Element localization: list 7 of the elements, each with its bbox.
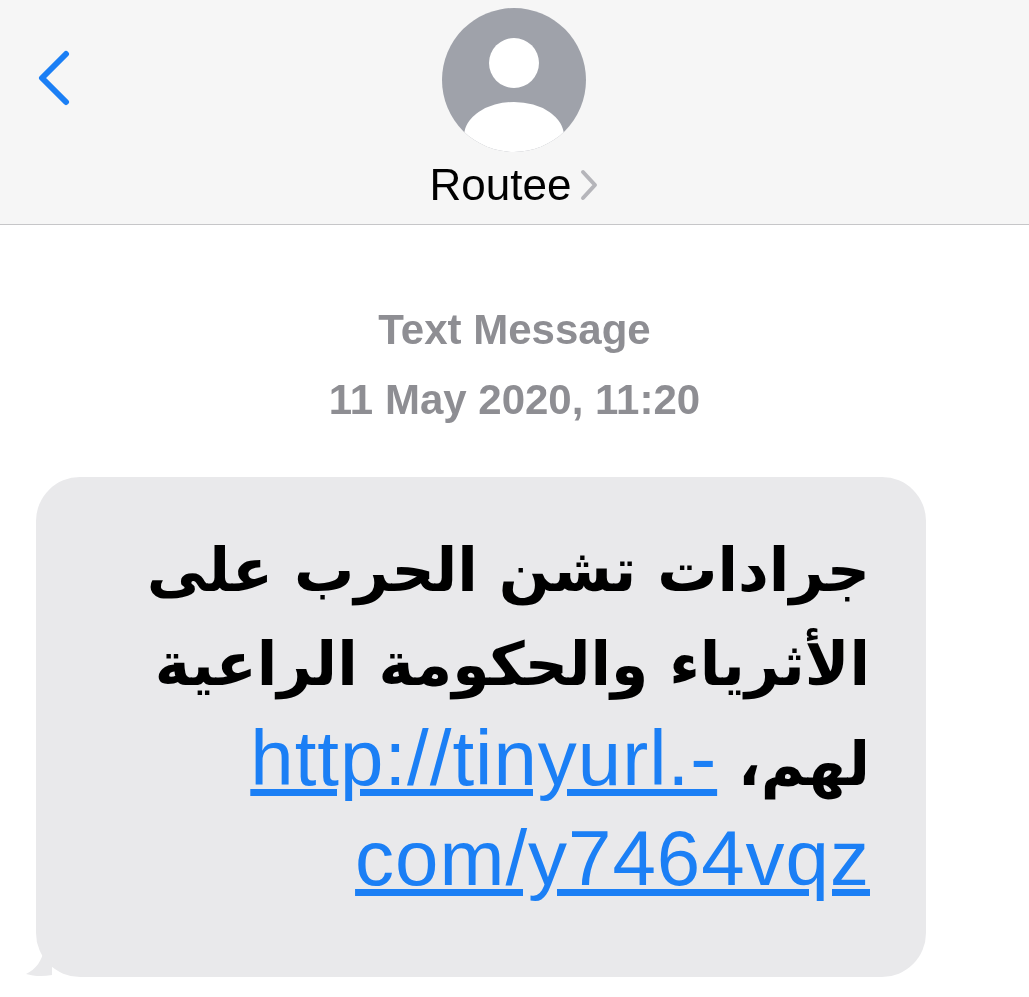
chevron-icon bbox=[579, 168, 600, 202]
message-timestamp: 11 May 2020, 11:20 bbox=[328, 375, 701, 425]
message-link[interactable]: http://tinyurl.- bbox=[250, 714, 718, 802]
service-label: Text Message bbox=[378, 305, 651, 355]
avatar-icon[interactable] bbox=[442, 8, 587, 152]
message-link[interactable]: com/y7464vqz bbox=[355, 814, 870, 902]
contact-name-button[interactable]: Routee bbox=[429, 160, 600, 210]
